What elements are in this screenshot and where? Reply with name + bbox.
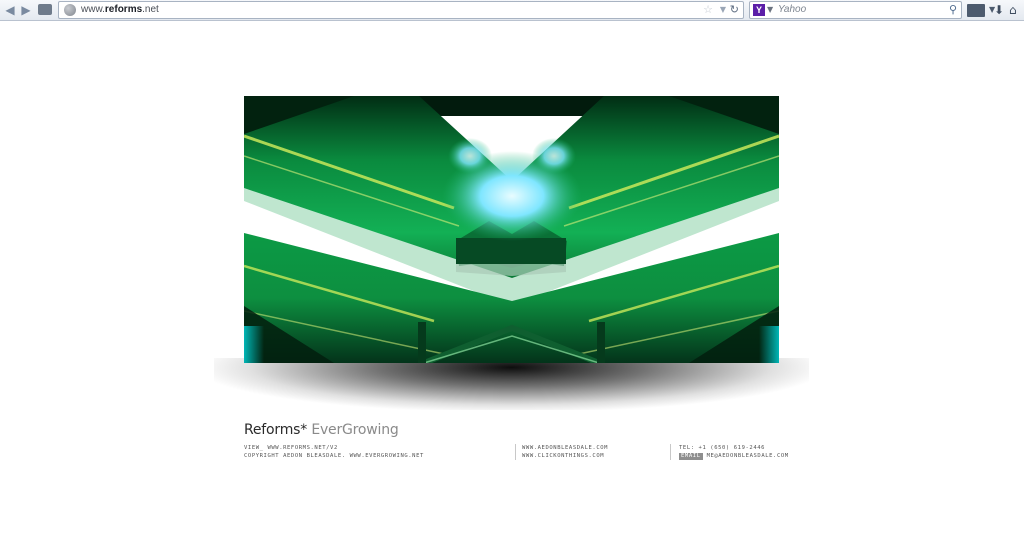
search-engine-dropdown-icon[interactable]: ▼ bbox=[767, 3, 773, 17]
footer-email-link[interactable]: me@aedonbleasdale.com bbox=[707, 453, 789, 459]
hero-shadow bbox=[214, 358, 809, 410]
back-icon[interactable]: ◀ bbox=[3, 3, 17, 17]
reload-icon[interactable]: ↻ bbox=[730, 3, 739, 17]
footer-column-links: www.aedonbleasdale.com www.clickonthings… bbox=[515, 444, 608, 460]
downloads-icon[interactable]: ⬇ bbox=[994, 3, 1004, 17]
dropdown-icon[interactable]: ▼ bbox=[720, 3, 726, 17]
hero-image bbox=[244, 96, 779, 363]
bookmark-star-icon[interactable]: ☆ bbox=[703, 3, 713, 17]
footer-link-clickonthings[interactable]: www.clickonthings.com bbox=[522, 452, 608, 460]
tagline: EverGrowing bbox=[311, 422, 399, 438]
footer-email-row: Email me@aedonbleasdale.com bbox=[679, 452, 789, 460]
search-placeholder[interactable]: Yahoo bbox=[778, 3, 806, 17]
forward-icon[interactable]: ▶ bbox=[19, 3, 33, 17]
footer-copyright: Copyright Aedon Bleasdale. www.evergrowi… bbox=[244, 453, 424, 459]
footer-tel: Tel: +1 (650) 619-2446 bbox=[679, 445, 766, 451]
footer-link-aedonbleasdale[interactable]: www.aedonbleasdale.com bbox=[522, 444, 608, 452]
url-text[interactable]: www.reforms.net bbox=[81, 3, 159, 17]
yahoo-logo[interactable]: Y bbox=[753, 4, 765, 16]
footer-column-contact: Tel: +1 (650) 619-2446 Email me@aedonblea… bbox=[670, 444, 789, 460]
browser-toolbar: ◀ ▶ www.reforms.net ☆ ▼ ↻ Y ▼ Yahoo ⚲ ▼ … bbox=[0, 0, 1024, 21]
email-label-badge: Email bbox=[679, 453, 703, 460]
bookmarks-menu-icon[interactable] bbox=[967, 4, 985, 17]
globe-icon bbox=[64, 4, 76, 16]
site-title: Reforms* EverGrowing bbox=[244, 421, 399, 439]
footer-view-link[interactable]: View_ www.reforms.net/v2 bbox=[244, 444, 424, 452]
search-icon[interactable]: ⚲ bbox=[949, 3, 957, 17]
footer-column-info: View_ www.reforms.net/v2 Copyright Aedon… bbox=[244, 444, 424, 460]
brand-name: Reforms* bbox=[244, 422, 308, 438]
search-bar[interactable]: Y ▼ Yahoo ⚲ bbox=[749, 1, 962, 19]
address-bar[interactable]: www.reforms.net ☆ ▼ ↻ bbox=[58, 1, 744, 19]
tab-groups-icon[interactable] bbox=[38, 4, 52, 15]
home-icon[interactable]: ⌂ bbox=[1009, 3, 1017, 17]
